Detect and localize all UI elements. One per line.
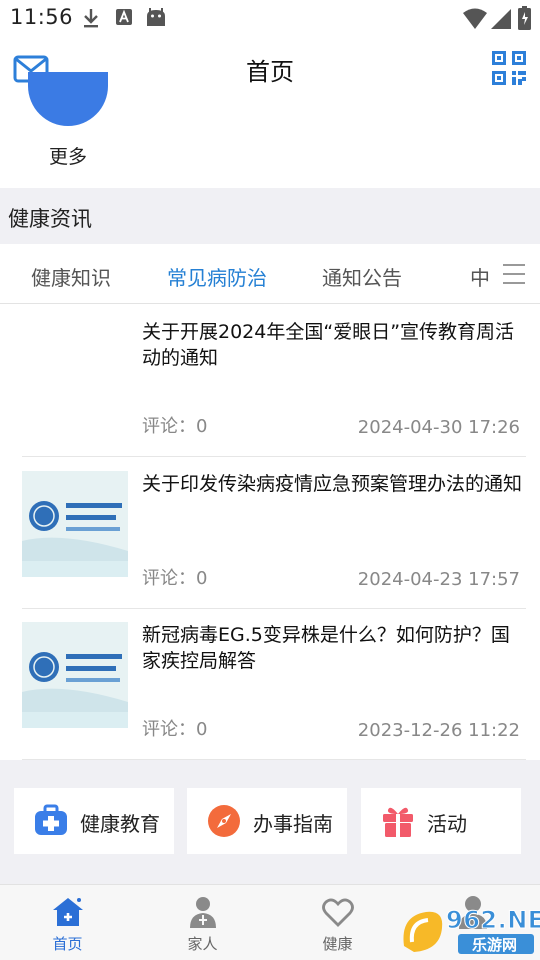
download-icon	[84, 9, 98, 28]
nav-label: 家人	[187, 935, 218, 953]
status-bar: 11:56	[0, 0, 540, 36]
android-debug-icon	[147, 8, 165, 26]
activities-button[interactable]: 活动	[361, 788, 521, 854]
news-title: 新冠病毒EG.5变异株是什么？如何防护？国家疾控局解答	[142, 624, 510, 672]
doctor-icon	[189, 897, 216, 928]
tab-partial[interactable]: 中	[470, 262, 490, 291]
news-title: 关于开展2024年全国“爱眼日”宣传教育周活动的通知	[142, 321, 515, 369]
quick-action-label: 活动	[427, 812, 467, 836]
news-item[interactable]: 关于开展2024年全国“爱眼日”宣传教育周活动的通知 评论：0 2024-04-…	[22, 305, 526, 457]
home-icon	[52, 898, 83, 926]
news-comments: 评论：0	[142, 416, 208, 437]
qr-code-icon[interactable]	[492, 51, 526, 85]
news-date: 2024-04-30 17:26	[357, 417, 520, 438]
health-education-button[interactable]: 健康教育	[14, 788, 174, 854]
status-time: 11:56	[10, 5, 74, 29]
watermark-logo-icon	[403, 911, 443, 952]
cdc-banner-image	[22, 471, 128, 577]
font-app-icon	[116, 9, 132, 25]
news-item[interactable]: 新冠病毒EG.5变异株是什么？如何防护？国家疾控局解答 评论：0 2023-12…	[22, 608, 526, 760]
battery-icon	[518, 6, 531, 30]
nav-label: 首页	[52, 935, 83, 953]
quick-actions: 健康教育 办事指南 活动	[0, 760, 540, 884]
category-tabs: 健康知识 常见病防治 通知公告 中	[0, 244, 540, 304]
site-watermark: 962.NET 乐游网	[398, 904, 540, 956]
quick-action-label: 健康教育	[80, 812, 160, 836]
watermark-text: 962.NET	[446, 906, 540, 935]
nav-health[interactable]: 健康	[270, 885, 405, 960]
more-button[interactable]	[28, 72, 108, 126]
cdc-banner-image	[22, 622, 128, 728]
section-header: 健康资讯	[0, 188, 540, 244]
tab-health-knowledge[interactable]: 健康知识	[31, 262, 111, 291]
nav-family[interactable]: 家人	[135, 885, 270, 960]
news-title: 关于印发传染病疫情应急预案管理办法的通知	[142, 473, 523, 495]
nav-label: 健康	[322, 935, 353, 953]
news-comments: 评论：0	[142, 719, 208, 740]
news-item[interactable]: 关于印发传染病疫情应急预案管理办法的通知 评论：0 2024-04-23 17:…	[22, 457, 526, 609]
service-guide-button[interactable]: 办事指南	[187, 788, 347, 854]
news-date: 2023-12-26 11:22	[357, 720, 520, 741]
watermark-subtext: 乐游网	[472, 936, 518, 954]
compass-icon	[208, 805, 240, 837]
tab-common-disease-prevention[interactable]: 常见病防治	[167, 262, 267, 291]
tab-menu-icon[interactable]	[503, 264, 525, 286]
more-label[interactable]: 更多	[28, 142, 108, 169]
news-comments: 评论：0	[142, 568, 208, 589]
medical-kit-icon	[35, 804, 67, 835]
nav-home[interactable]: 首页	[0, 885, 135, 960]
news-thumbnail	[22, 622, 128, 728]
tab-notices[interactable]: 通知公告	[322, 262, 402, 291]
signal-icon	[491, 9, 511, 29]
section-title: 健康资讯	[8, 207, 92, 231]
gift-icon	[383, 807, 413, 837]
heart-icon	[321, 898, 354, 927]
wifi-icon	[463, 8, 487, 29]
news-thumbnail	[22, 471, 128, 577]
news-date: 2024-04-23 17:57	[357, 569, 520, 590]
quick-action-label: 办事指南	[253, 812, 333, 836]
